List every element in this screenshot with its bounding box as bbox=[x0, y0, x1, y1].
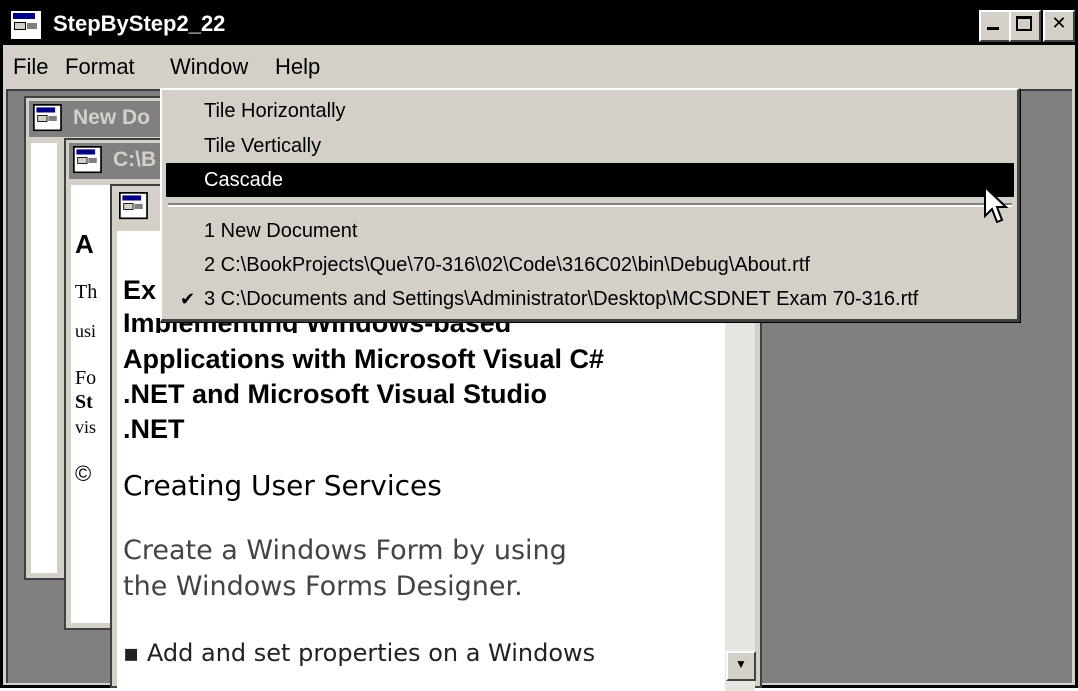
doc-text: Th bbox=[75, 281, 98, 303]
menu-format[interactable]: Format bbox=[59, 45, 141, 89]
minimize-icon bbox=[987, 27, 999, 30]
doc-text: vis bbox=[75, 417, 97, 437]
doc-heading: .NET bbox=[123, 414, 185, 444]
doc-heading: Applications with Microsoft Visual C# bbox=[123, 344, 605, 374]
window-menu-dropdown: Tile Horizontally Tile Vertically Cascad… bbox=[160, 88, 1020, 322]
menu-file[interactable]: File bbox=[7, 45, 54, 89]
mouse-pointer-icon bbox=[984, 186, 1009, 224]
menu-item-document-2[interactable]: 2 C:\BookProjects\Que\70-316\02\Code\316… bbox=[166, 248, 1014, 282]
doc-text: © bbox=[75, 461, 92, 486]
doc-paragraph: the Windows Forms Designer. bbox=[123, 571, 523, 602]
menu-window[interactable]: Window bbox=[164, 45, 254, 89]
menu-item-tile-horizontally[interactable]: Tile Horizontally bbox=[166, 94, 1014, 128]
child-title: New Do bbox=[73, 106, 151, 129]
window-title: StepByStep2_22 bbox=[53, 11, 226, 36]
maximize-button[interactable] bbox=[1009, 10, 1041, 42]
close-icon: ✕ bbox=[1051, 13, 1067, 33]
menu-separator bbox=[168, 203, 1012, 207]
menu-item-document-3-label: 3 C:\Documents and Settings\Administrato… bbox=[204, 288, 919, 310]
doc-bullet-text: Add and set properties on a Windows bbox=[146, 639, 596, 667]
child-title: C:\B bbox=[113, 148, 157, 171]
application-icon[interactable] bbox=[9, 9, 43, 41]
scroll-down-button[interactable]: ▼ bbox=[726, 651, 756, 681]
doc-text: Fo bbox=[75, 367, 97, 389]
menu-bar: File Format Window Help bbox=[3, 45, 1075, 89]
maximize-icon bbox=[1016, 16, 1032, 31]
doc-text: A bbox=[75, 229, 94, 259]
doc-text: St bbox=[75, 391, 93, 413]
doc-heading: Ex bbox=[123, 275, 157, 305]
doc-text: usi bbox=[75, 321, 97, 341]
document-icon bbox=[73, 146, 102, 174]
minimize-button[interactable] bbox=[979, 10, 1011, 42]
menu-help[interactable]: Help bbox=[269, 45, 326, 89]
document-area[interactable]: A Th usi Fo St vis © bbox=[71, 185, 117, 623]
menu-item-cascade[interactable]: Cascade bbox=[166, 163, 1014, 197]
menu-item-document-1[interactable]: 1 New Document bbox=[166, 214, 1014, 248]
doc-bullet: ▪ Add and set properties on a Windows bbox=[123, 639, 596, 667]
document-area[interactable] bbox=[31, 143, 57, 573]
menu-item-tile-vertically[interactable]: Tile Vertically bbox=[166, 129, 1014, 163]
menu-item-document-3[interactable]: ✔ 3 C:\Documents and Settings\Administra… bbox=[166, 282, 1014, 316]
close-button[interactable]: ✕ bbox=[1043, 10, 1075, 42]
document-icon bbox=[119, 192, 148, 220]
title-bar[interactable]: StepByStep2_22 ✕ bbox=[3, 3, 1075, 45]
checkmark-icon: ✔ bbox=[180, 289, 196, 309]
doc-heading: .NET and Microsoft Visual Studio bbox=[123, 379, 548, 409]
arrow-down-icon: ▼ bbox=[735, 657, 747, 671]
document-icon bbox=[33, 104, 62, 132]
doc-paragraph: Create a Windows Form by using bbox=[123, 535, 567, 566]
doc-section-title: Creating User Services bbox=[123, 469, 442, 502]
